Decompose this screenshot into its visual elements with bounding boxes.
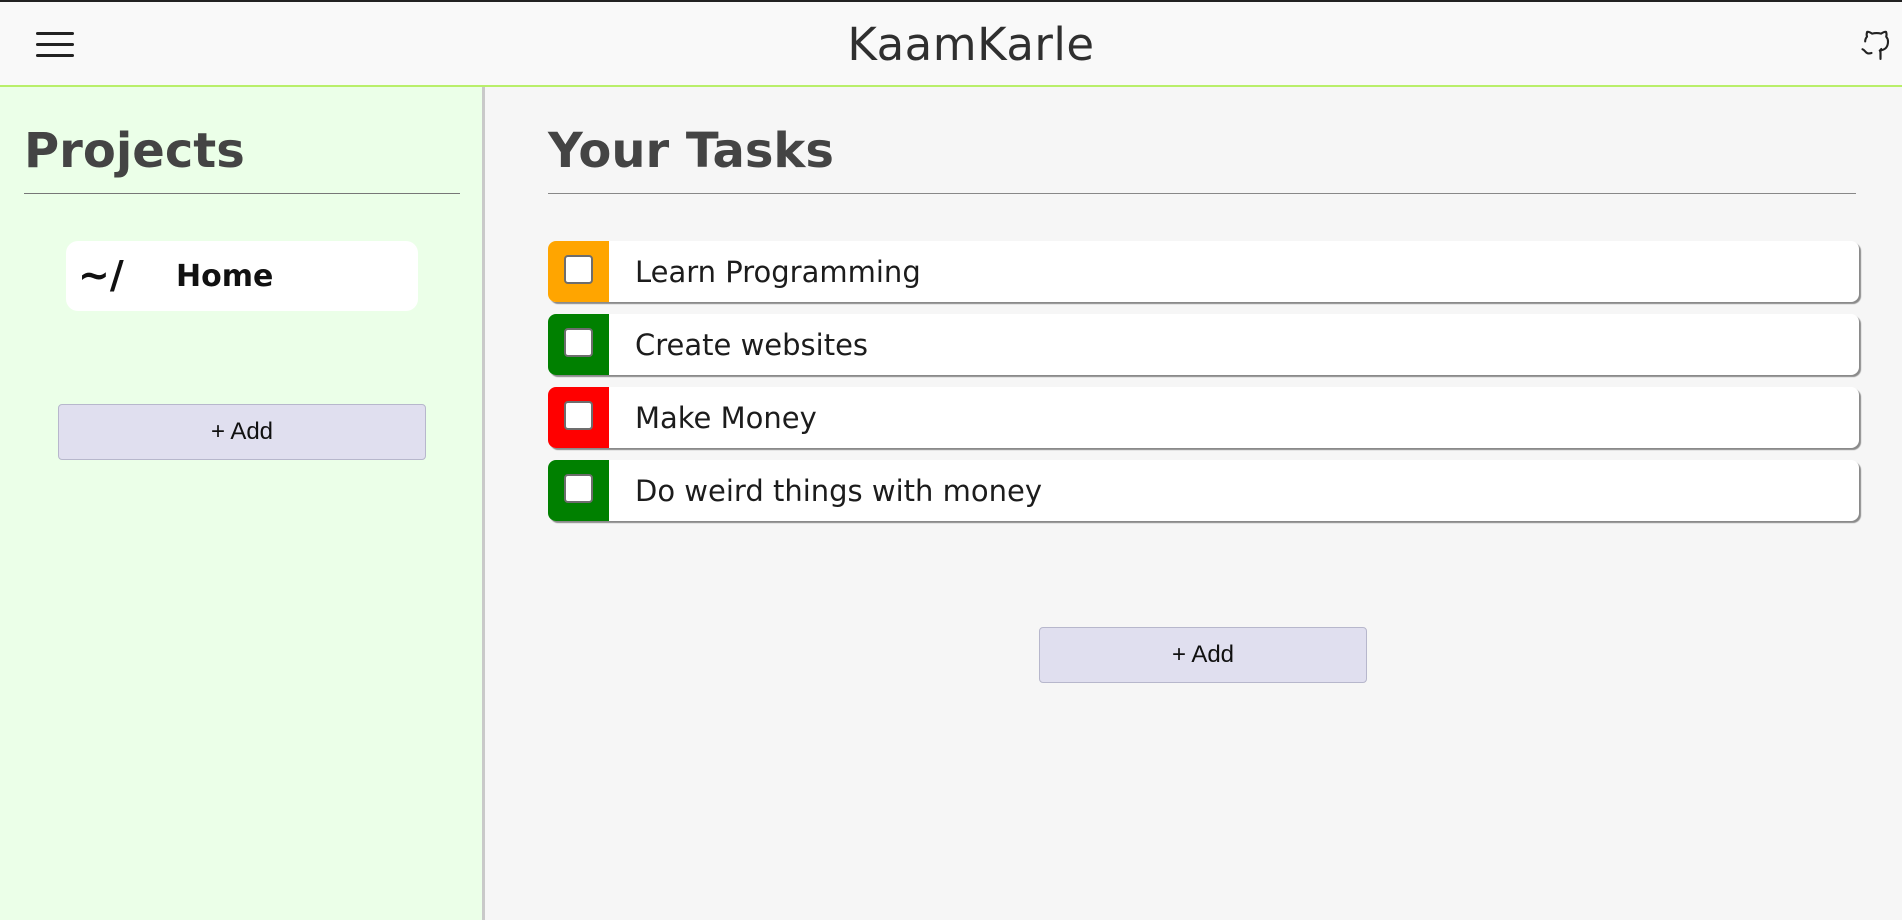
project-item-home[interactable]: ~/ Home	[66, 241, 418, 311]
sidebar-divider	[24, 193, 460, 194]
project-prefix: ~/	[78, 253, 124, 297]
add-task-button[interactable]: + Add	[1039, 627, 1367, 683]
sidebar: Projects ~/ Home + Add	[0, 87, 485, 920]
task-list: Learn Programming Create websites Make M…	[548, 241, 1859, 533]
main-content: Your Tasks Learn Programming Create webs…	[488, 87, 1902, 920]
sidebar-title: Projects	[24, 123, 245, 179]
page-title: Your Tasks	[548, 123, 834, 179]
task-item[interactable]: Create websites	[548, 314, 1859, 375]
add-project-button[interactable]: + Add	[58, 404, 426, 460]
header: KaamKarle	[0, 0, 1902, 87]
main-divider	[548, 193, 1856, 194]
github-icon[interactable]	[1858, 24, 1894, 64]
task-item[interactable]: Do weird things with money	[548, 460, 1859, 521]
task-text: Create websites	[635, 328, 869, 362]
task-item[interactable]: Make Money	[548, 387, 1859, 448]
task-checkbox[interactable]	[564, 328, 593, 357]
task-text: Make Money	[635, 401, 817, 435]
project-name: Home	[176, 259, 274, 294]
task-checkbox[interactable]	[564, 474, 593, 503]
task-item[interactable]: Learn Programming	[548, 241, 1859, 302]
task-checkbox[interactable]	[564, 401, 593, 430]
task-text: Learn Programming	[635, 255, 921, 289]
task-checkbox[interactable]	[564, 255, 593, 284]
app-title: KaamKarle	[847, 18, 1095, 71]
app: KaamKarle Projects ~/ Home + Add Your Ta…	[0, 0, 1902, 920]
task-text: Do weird things with money	[635, 474, 1042, 508]
